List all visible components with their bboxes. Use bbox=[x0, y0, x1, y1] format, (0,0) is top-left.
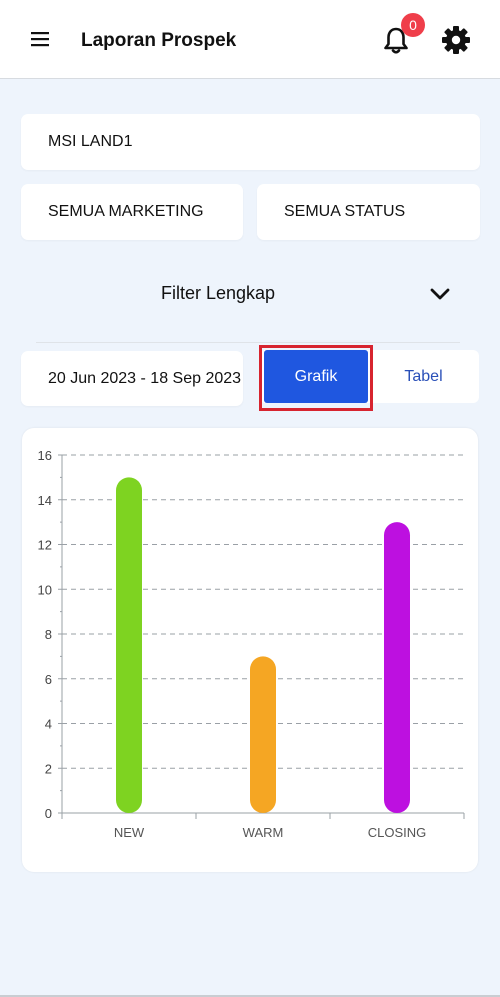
notification-badge: 0 bbox=[401, 13, 425, 37]
tab-tabel[interactable]: Tabel bbox=[368, 350, 479, 403]
chevron-down-icon bbox=[430, 288, 450, 300]
bar-warm bbox=[250, 656, 276, 813]
y-tick-label: 2 bbox=[45, 761, 52, 776]
advanced-filter-label: Filter Lengkap bbox=[161, 283, 276, 303]
y-tick-label: 12 bbox=[38, 538, 52, 553]
app-bar: Laporan Prospek 0 bbox=[0, 0, 500, 79]
x-tick-label: WARM bbox=[243, 825, 284, 840]
tab-grafik[interactable]: Grafik bbox=[264, 350, 368, 403]
date-range-label: 20 Jun 2023 - 18 Sep 2023 bbox=[48, 369, 242, 387]
menu-icon[interactable] bbox=[28, 28, 52, 50]
y-tick-label: 16 bbox=[38, 448, 52, 463]
y-tick-label: 0 bbox=[45, 806, 52, 821]
bar-chart: 0 2 4 6 8 10 12 14 16 NEW WARM CLOSING bbox=[38, 448, 465, 840]
y-tick-label: 6 bbox=[45, 672, 52, 687]
divider bbox=[36, 342, 460, 343]
y-tick-label: 8 bbox=[45, 627, 52, 642]
bar-closing bbox=[384, 522, 410, 813]
x-tick-label: CLOSING bbox=[368, 825, 427, 840]
date-range-picker[interactable]: 20 Jun 2023 - 18 Sep 2023 bbox=[21, 351, 243, 406]
gear-icon[interactable] bbox=[440, 24, 472, 56]
marketing-select[interactable]: SEMUA MARKETING bbox=[21, 184, 243, 240]
status-select[interactable]: SEMUA STATUS bbox=[257, 184, 480, 240]
status-select-label: SEMUA STATUS bbox=[284, 203, 406, 220]
y-tick-label: 4 bbox=[45, 717, 52, 732]
project-select-label: MSI LAND1 bbox=[48, 133, 133, 150]
y-tick-label: 14 bbox=[38, 493, 52, 508]
y-tick-label: 10 bbox=[38, 582, 52, 597]
chart-card: 0 2 4 6 8 10 12 14 16 NEW WARM CLOSING bbox=[22, 428, 478, 872]
x-tick-label: NEW bbox=[114, 825, 145, 840]
advanced-filter-toggle[interactable]: Filter Lengkap bbox=[21, 270, 480, 318]
page-title: Laporan Prospek bbox=[81, 30, 237, 51]
project-select[interactable]: MSI LAND1 bbox=[21, 114, 480, 170]
marketing-select-label: SEMUA MARKETING bbox=[48, 203, 204, 220]
bar-new bbox=[116, 477, 142, 813]
